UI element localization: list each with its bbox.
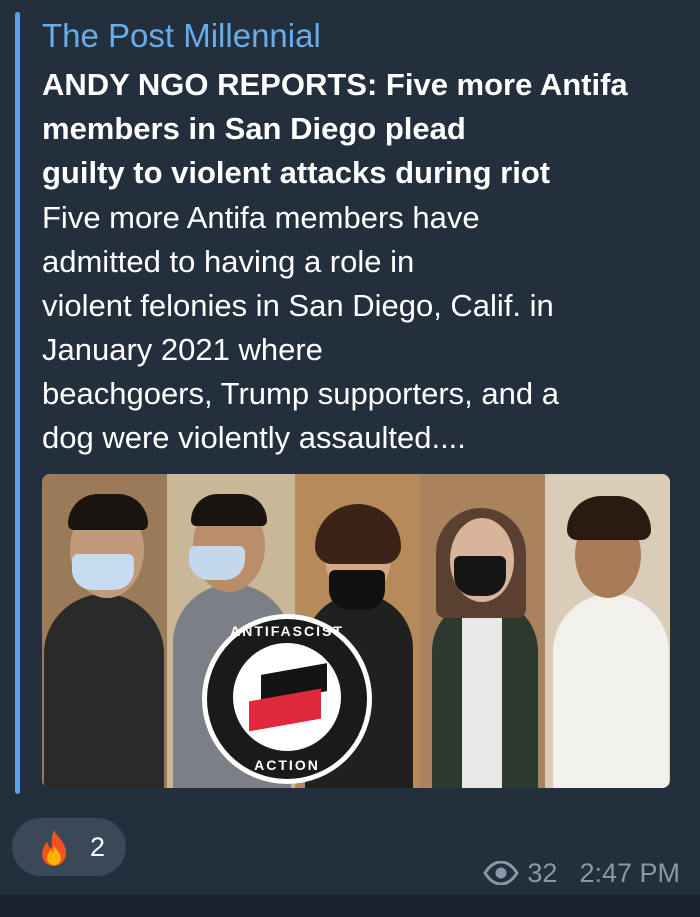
photo-panel-5	[545, 474, 670, 788]
antifa-logo: ANTIFASCIST ACTION	[202, 614, 372, 784]
photo-panel-1	[42, 474, 167, 788]
message-bubble[interactable]: The Post Millennial ANDY NGO REPORTS: Fi…	[0, 0, 700, 895]
chat-background-strip	[0, 895, 700, 917]
link-preview-site-name[interactable]: The Post Millennial	[42, 16, 321, 56]
message-time: 2:47 PM	[579, 857, 680, 888]
link-preview-description: Five more Antifa members have admitted t…	[42, 200, 559, 455]
logo-text-bottom: ACTION	[254, 757, 320, 773]
eye-icon	[483, 861, 520, 885]
view-count: 32	[527, 857, 558, 888]
reaction-button[interactable]: 2	[12, 818, 126, 876]
photo-panel-4	[420, 474, 545, 788]
link-preview-accent-bar	[15, 12, 20, 794]
link-preview-image[interactable]: ANTIFASCIST ACTION	[42, 474, 670, 788]
link-preview-title[interactable]: ANDY NGO REPORTS: Five more Antifa membe…	[42, 63, 682, 195]
message-meta: 32 2:47 PM	[483, 856, 680, 890]
logo-text-top: ANTIFASCIST	[230, 623, 344, 639]
reaction-count: 2	[90, 832, 106, 862]
fire-icon	[42, 830, 66, 866]
